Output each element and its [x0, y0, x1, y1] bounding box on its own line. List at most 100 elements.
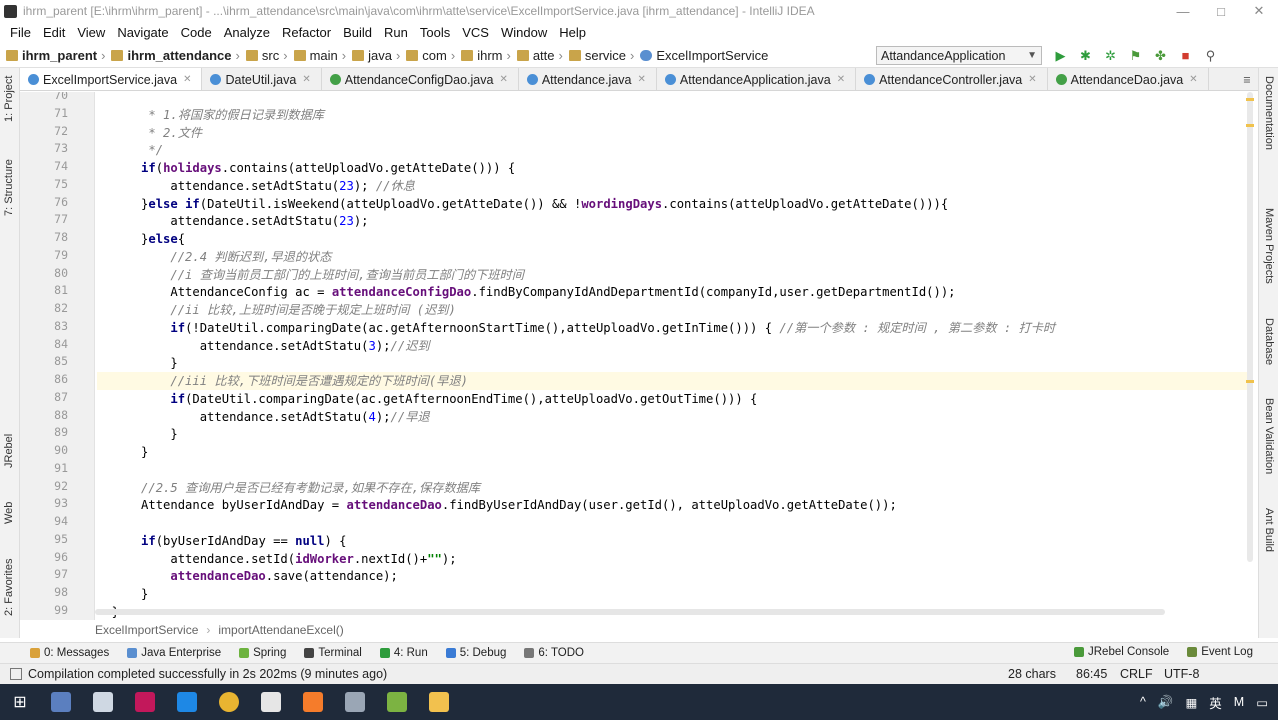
status-line-separator[interactable]: CRLF [1120, 667, 1153, 681]
tool-ant-build[interactable]: Ant Build [1263, 508, 1275, 552]
tab-attendancedao[interactable]: AttendanceDao.java ✕ [1048, 68, 1209, 90]
close-icon[interactable]: ✕ [1028, 74, 1036, 85]
code-line[interactable]: //2.5 查询用户是否已经有考勤记录,如果不存在,保存数据库 [97, 479, 480, 497]
ime-mode-indicator[interactable]: M [1234, 695, 1244, 709]
tool-jrebel-console[interactable]: JRebel Console [1074, 646, 1169, 658]
code-line[interactable]: //i 查询当前员工部门的上班时间,查询当前员工部门的下班时间 [97, 266, 524, 284]
line-number[interactable]: 91 [54, 461, 68, 475]
close-icon[interactable]: ✕ [499, 74, 507, 85]
taskbar-app-icon[interactable] [43, 687, 79, 717]
tab-excelimportservice[interactable]: ExcelImportService.java ✕ [20, 68, 203, 90]
run-configuration-select[interactable]: AttandanceApplication ▼ [876, 46, 1042, 65]
taskbar-folder-icon[interactable] [421, 687, 457, 717]
warning-mark[interactable] [1246, 98, 1254, 101]
line-number[interactable]: 82 [54, 301, 68, 315]
code-line[interactable]: attendance.setId(idWorker.nextId()+""); [97, 550, 456, 568]
tool-jrebel[interactable]: JRebel [3, 434, 15, 468]
warning-mark[interactable] [1246, 124, 1254, 127]
status-encoding[interactable]: UTF-8 [1164, 667, 1199, 681]
status-caret-position[interactable]: 86:45 [1076, 667, 1107, 681]
nav-crumb-atte[interactable]: atte › [516, 48, 567, 63]
code-line[interactable]: */ [97, 141, 163, 159]
code-line[interactable]: } [97, 425, 177, 443]
close-button[interactable]: ✕ [1240, 0, 1278, 22]
tool-todo[interactable]: 6: TODO [524, 647, 584, 659]
nav-crumb-java[interactable]: java › [352, 48, 404, 63]
code-line[interactable]: Attendance byUserIdAndDay = attendanceDa… [97, 496, 897, 514]
tabs-menu-icon[interactable]: ≡ [1236, 68, 1258, 90]
nav-crumb-class[interactable]: ExcelImportService [640, 48, 768, 63]
code-line[interactable]: if(holidays.contains(atteUploadVo.getAtt… [97, 159, 515, 177]
code-line[interactable]: attendance.setAdtStatu(23); //休息 [97, 177, 415, 195]
menu-refactor[interactable]: Refactor [276, 25, 337, 40]
menu-file[interactable]: File [4, 25, 37, 40]
line-number[interactable]: 79 [54, 248, 68, 262]
code-line[interactable]: }else if(DateUtil.isWeekend(atteUploadVo… [97, 195, 948, 213]
taskbar-explorer-icon[interactable] [85, 687, 121, 717]
taskbar-typora-icon[interactable] [253, 687, 289, 717]
nav-crumb-main[interactable]: main › [293, 48, 351, 63]
breadcrumb-method[interactable]: importAttendaneExcel() [218, 623, 343, 637]
close-icon[interactable]: ✕ [638, 74, 646, 85]
line-number[interactable]: 80 [54, 266, 68, 280]
tool-database[interactable]: Database [1263, 318, 1275, 365]
close-icon[interactable]: ✕ [302, 74, 310, 85]
close-icon[interactable]: ✕ [837, 74, 845, 85]
line-number[interactable]: 88 [54, 408, 68, 422]
minimize-button[interactable]: — [1164, 0, 1202, 22]
code-line[interactable]: attendance.setAdtStatu(23); [97, 212, 368, 230]
line-number[interactable]: 97 [54, 567, 68, 581]
debug-icon[interactable]: ✱ [1077, 47, 1094, 64]
code-line[interactable]: //ii 比较,上班时间是否晚于规定上班时间 (迟到) [97, 301, 455, 319]
code-line[interactable]: } [97, 354, 177, 372]
stop-icon[interactable]: ■ [1177, 47, 1194, 64]
code-line[interactable]: if(byUserIdAndDay == null) { [97, 532, 346, 550]
tab-attendanceapplication[interactable]: AttendanceApplication.java ✕ [657, 68, 857, 90]
menu-code[interactable]: Code [175, 25, 218, 40]
taskbar-chrome-icon[interactable] [211, 687, 247, 717]
chevron-up-icon[interactable]: ^ [1140, 695, 1146, 709]
menu-tools[interactable]: Tools [414, 25, 456, 40]
tool-terminal[interactable]: Terminal [304, 647, 362, 659]
line-number[interactable]: 87 [54, 390, 68, 404]
code-line[interactable]: //iii 比较,下班时间是否遭遇规定的下班时间(早退) [97, 372, 1247, 390]
menu-view[interactable]: View [71, 25, 111, 40]
code-line[interactable]: } [97, 443, 148, 461]
breadcrumb-class[interactable]: ExcelImportService [95, 623, 198, 637]
run-icon[interactable]: ▶ [1052, 47, 1069, 64]
menu-run[interactable]: Run [378, 25, 414, 40]
close-icon[interactable]: ✕ [1189, 74, 1197, 85]
search-everywhere-icon[interactable]: ⚲ [1202, 47, 1219, 64]
maximize-button[interactable]: □ [1202, 0, 1240, 22]
menu-window[interactable]: Window [495, 25, 553, 40]
code-line[interactable]: if(DateUtil.comparingDate(ac.getAfternoo… [97, 390, 757, 408]
line-number[interactable]: 92 [54, 479, 68, 493]
menu-build[interactable]: Build [337, 25, 378, 40]
line-number[interactable]: 99 [54, 603, 68, 617]
taskbar-tool-icon[interactable] [337, 687, 373, 717]
toggle-tool-windows-icon[interactable] [10, 668, 22, 680]
line-number[interactable]: 85 [54, 354, 68, 368]
tab-attendance[interactable]: Attendance.java ✕ [519, 68, 657, 90]
taskbar-postman-icon[interactable] [295, 687, 331, 717]
code-line[interactable]: } [97, 585, 148, 603]
tool-messages[interactable]: 0: Messages [30, 647, 109, 659]
nav-crumb-module[interactable]: ihrm_attendance › [111, 48, 243, 63]
line-number[interactable]: 89 [54, 425, 68, 439]
tab-attendanceconfigdao[interactable]: AttendanceConfigDao.java ✕ [322, 68, 519, 90]
volume-icon[interactable]: 🔊 [1158, 695, 1174, 710]
line-number[interactable]: 75 [54, 177, 68, 191]
tool-debug[interactable]: 5: Debug [445, 647, 506, 659]
code-area[interactable]: * 1.将国家的假日记录到数据库 * 2.文件 */ if(holidays.c… [97, 92, 1247, 620]
vertical-scrollbar[interactable] [1247, 92, 1253, 562]
tool-java-enterprise[interactable]: Java Enterprise [127, 647, 221, 659]
line-number[interactable]: 96 [54, 550, 68, 564]
menu-vcs[interactable]: VCS [456, 25, 495, 40]
tab-attendancecontroller[interactable]: AttendanceController.java ✕ [856, 68, 1048, 90]
line-number[interactable]: 76 [54, 195, 68, 209]
line-number[interactable]: 93 [54, 496, 68, 510]
line-number[interactable]: 72 [54, 124, 68, 138]
taskbar-notepad-icon[interactable] [379, 687, 415, 717]
tool-favorites[interactable]: 2: Favorites [3, 559, 15, 616]
windows-start-icon[interactable]: ⊞ [0, 684, 40, 720]
